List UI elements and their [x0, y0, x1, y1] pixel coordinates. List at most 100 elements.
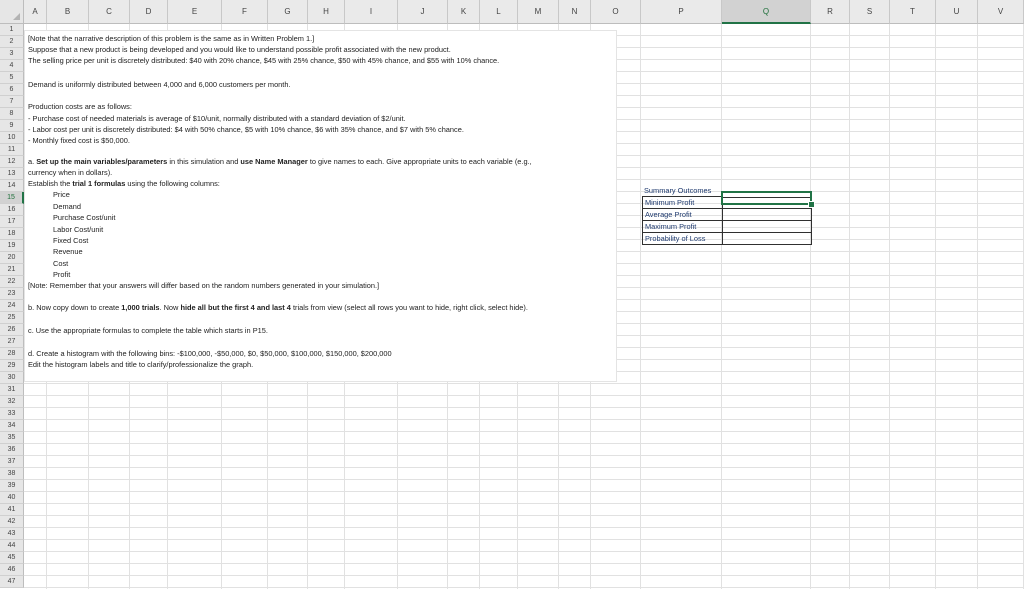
column-header-I[interactable]: I: [345, 0, 398, 24]
column-header-B[interactable]: B: [47, 0, 89, 24]
row-header-14[interactable]: 14: [0, 180, 24, 192]
column-header-P[interactable]: P: [641, 0, 722, 24]
row-header-4[interactable]: 4: [0, 60, 24, 72]
row-header-25[interactable]: 25: [0, 312, 24, 324]
column-header-O[interactable]: O: [591, 0, 641, 24]
text-line: Suppose that a new product is being deve…: [28, 45, 451, 54]
column-header-T[interactable]: T: [890, 0, 936, 24]
row-header-22[interactable]: 22: [0, 276, 24, 288]
grid-line-horizontal: [24, 383, 1024, 384]
row-header-15[interactable]: 15: [0, 192, 24, 204]
row-header-40[interactable]: 40: [0, 492, 24, 504]
row-header-27[interactable]: 27: [0, 336, 24, 348]
text-line: - Purchase cost of needed materials is a…: [28, 114, 406, 123]
column-header-L[interactable]: L: [480, 0, 518, 24]
column-header-K[interactable]: K: [448, 0, 480, 24]
row-header-19[interactable]: 19: [0, 240, 24, 252]
column-header-N[interactable]: N: [559, 0, 591, 24]
column-header-A[interactable]: A: [24, 0, 47, 24]
text-run: using the following columns:: [125, 179, 220, 188]
grid-line-horizontal: [24, 395, 1024, 396]
row-header-2[interactable]: 2: [0, 36, 24, 48]
grid-line-vertical: [721, 24, 722, 589]
row-header-41[interactable]: 41: [0, 504, 24, 516]
grid-line-horizontal: [24, 455, 1024, 456]
summary-label-probability-of-loss[interactable]: Probability of Loss: [642, 233, 723, 245]
text-run: trials from view (select all rows you wa…: [290, 303, 528, 312]
row-header-21[interactable]: 21: [0, 264, 24, 276]
row-header-9[interactable]: 9: [0, 120, 24, 132]
row-header-32[interactable]: 32: [0, 396, 24, 408]
row-header-39[interactable]: 39: [0, 480, 24, 492]
text-line: The selling price per unit is discretely…: [28, 56, 500, 65]
row-header-1[interactable]: 1: [0, 24, 24, 36]
column-header-C[interactable]: C: [89, 0, 130, 24]
row-header-35[interactable]: 35: [0, 432, 24, 444]
row-header-38[interactable]: 38: [0, 468, 24, 480]
row-header-28[interactable]: 28: [0, 348, 24, 360]
row-header-16[interactable]: 16: [0, 204, 24, 216]
row-header-7[interactable]: 7: [0, 96, 24, 108]
column-list-item: Demand: [53, 202, 81, 211]
row-header-11[interactable]: 11: [0, 144, 24, 156]
row-header-24[interactable]: 24: [0, 300, 24, 312]
summary-label-minimum-profit[interactable]: Minimum Profit: [642, 197, 723, 209]
row-header-34[interactable]: 34: [0, 420, 24, 432]
row-header-31[interactable]: 31: [0, 384, 24, 396]
column-header-V[interactable]: V: [978, 0, 1024, 24]
row-header-45[interactable]: 45: [0, 552, 24, 564]
row-header-17[interactable]: 17: [0, 216, 24, 228]
fill-handle[interactable]: [808, 201, 815, 208]
row-header-5[interactable]: 5: [0, 72, 24, 84]
row-header-26[interactable]: 26: [0, 324, 24, 336]
row-header-30[interactable]: 30: [0, 372, 24, 384]
row-header-13[interactable]: 13: [0, 168, 24, 180]
summary-value-probability-of-loss[interactable]: [723, 233, 812, 245]
grid-line-vertical: [810, 24, 811, 589]
row-header-10[interactable]: 10: [0, 132, 24, 144]
row-header-36[interactable]: 36: [0, 444, 24, 456]
column-header-H[interactable]: H: [308, 0, 345, 24]
row-header-8[interactable]: 8: [0, 108, 24, 120]
row-header-20[interactable]: 20: [0, 252, 24, 264]
row-header-37[interactable]: 37: [0, 456, 24, 468]
column-header-M[interactable]: M: [518, 0, 559, 24]
text-run: in this simulation and: [167, 157, 241, 166]
summary-label-maximum-profit[interactable]: Maximum Profit: [642, 221, 723, 233]
text-line: c. Use the appropriate formulas to compl…: [28, 326, 268, 335]
row-header-44[interactable]: 44: [0, 540, 24, 552]
grid-line-horizontal: [24, 491, 1024, 492]
row-header-46[interactable]: 46: [0, 564, 24, 576]
instructions-textbox[interactable]: [Note that the narrative description of …: [24, 30, 617, 382]
active-cell-Q15[interactable]: [721, 191, 812, 205]
column-header-E[interactable]: E: [168, 0, 222, 24]
row-header-33[interactable]: 33: [0, 408, 24, 420]
row-header-18[interactable]: 18: [0, 228, 24, 240]
select-all-icon: [13, 13, 20, 20]
select-all-corner[interactable]: [0, 0, 24, 24]
column-header-F[interactable]: F: [222, 0, 268, 24]
column-header-G[interactable]: G: [268, 0, 308, 24]
row-header-42[interactable]: 42: [0, 516, 24, 528]
column-header-D[interactable]: D: [130, 0, 168, 24]
row-header-12[interactable]: 12: [0, 156, 24, 168]
row-header-43[interactable]: 43: [0, 528, 24, 540]
row-header-47[interactable]: 47: [0, 576, 24, 588]
summary-value-maximum-profit[interactable]: [723, 221, 812, 233]
column-header-J[interactable]: J: [398, 0, 448, 24]
summary-value-average-profit[interactable]: [723, 209, 812, 221]
grid-line-horizontal: [24, 587, 1024, 588]
column-header-U[interactable]: U: [936, 0, 978, 24]
summary-title[interactable]: Summary Outcomes: [642, 185, 723, 197]
row-header-29[interactable]: 29: [0, 360, 24, 372]
row-header-3[interactable]: 3: [0, 48, 24, 60]
grid-line-horizontal: [24, 419, 1024, 420]
column-list-item: Revenue: [53, 247, 83, 256]
summary-label-average-profit[interactable]: Average Profit: [642, 209, 723, 221]
column-header-Q[interactable]: Q: [722, 0, 811, 24]
column-header-R[interactable]: R: [811, 0, 850, 24]
column-header-S[interactable]: S: [850, 0, 890, 24]
row-header-23[interactable]: 23: [0, 288, 24, 300]
row-header-6[interactable]: 6: [0, 84, 24, 96]
text-line: d. Create a histogram with the following…: [28, 349, 392, 358]
